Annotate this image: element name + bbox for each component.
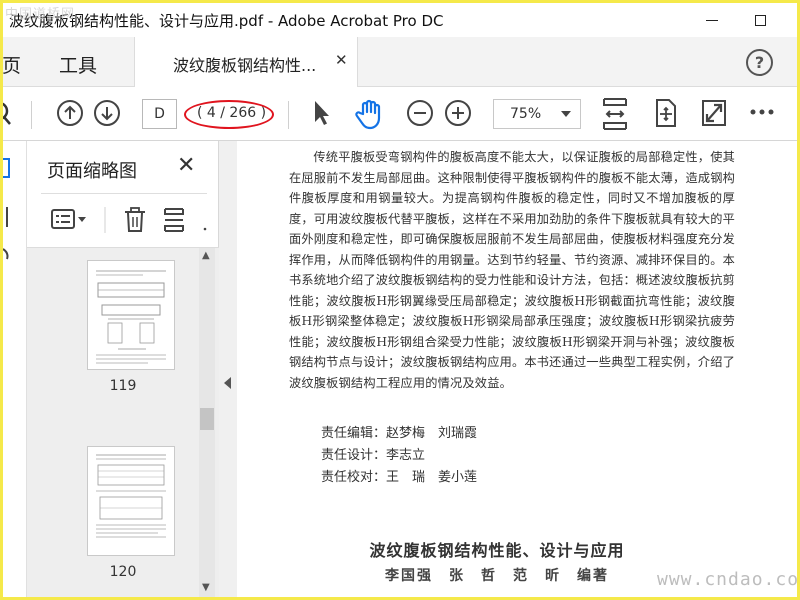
minimize-icon [706, 19, 718, 21]
document-view[interactable]: 传统平腹板受弯钢构件的腹板高度不能太大，以保证腹板的局部稳定性，使其在屈服前不发… [237, 141, 797, 597]
page-number-input[interactable]: D [142, 99, 177, 129]
cursor-arrow-icon [315, 101, 329, 125]
toolbar-divider [288, 101, 289, 129]
zoom-out-button[interactable] [405, 98, 435, 128]
chevron-down-icon [561, 111, 571, 117]
page-layout-icon[interactable] [164, 208, 184, 232]
thumbnail-page-number: 120 [109, 564, 137, 580]
bookmark-icon[interactable] [3, 158, 10, 178]
credits-block: 责任编辑：赵梦梅 刘瑞霞 责任设计：李志立 责任校对：王 瑞 姜小莲 [321, 423, 477, 489]
next-page-button[interactable] [92, 98, 122, 128]
hand-tool-button[interactable] [355, 98, 385, 130]
collapse-arrow-icon [224, 377, 231, 389]
fit-page-button[interactable] [652, 98, 680, 128]
designer-credit: 责任设计：李志立 [321, 448, 426, 463]
scroll-down-icon[interactable]: ▼ [202, 582, 210, 593]
zoom-out-icon [407, 100, 433, 126]
previous-page-button[interactable] [55, 98, 85, 128]
thumbnail-page-number: 119 [109, 378, 137, 394]
tab-document[interactable]: 波纹腹板钢结构性... ✕ [134, 37, 358, 87]
zoom-level-value: 75% [510, 106, 542, 122]
thumbnail-list: 119 120 ▲ ▼ [27, 247, 219, 597]
zoom-level-select[interactable]: 75% [493, 99, 581, 129]
watermark-bottom: www.cndao.com [657, 569, 797, 590]
zoom-in-icon [445, 100, 471, 126]
toolbar-divider [31, 101, 32, 129]
options-menu-icon[interactable] [51, 209, 86, 229]
more-icon [750, 109, 774, 115]
zoom-in-button[interactable] [443, 98, 473, 128]
proofreader-credit: 责任校对：王 瑞 姜小莲 [321, 470, 478, 485]
tab-bar: 主页 工具 波纹腹板钢结构性... ✕ ? [3, 37, 797, 87]
full-screen-icon [702, 100, 726, 126]
fit-page-icon [656, 99, 676, 127]
arrow-down-icon [94, 100, 120, 126]
close-icon[interactable]: ✕ [335, 51, 348, 69]
fit-width-button[interactable] [601, 97, 629, 131]
select-tool-button[interactable] [308, 98, 332, 128]
watermark-top: 中国道桥网 [5, 7, 76, 22]
close-icon[interactable]: ✕ [177, 153, 195, 178]
page-thumbnail[interactable] [87, 260, 175, 370]
fit-width-icon [603, 98, 627, 130]
help-button[interactable]: ? [746, 49, 773, 76]
full-screen-button[interactable] [700, 98, 728, 128]
panel-title: 页面缩略图 [47, 161, 137, 182]
attachment-icon[interactable] [3, 248, 9, 260]
maximize-icon [754, 14, 766, 26]
toolbar: D ( 4 / 266 ) 75% [3, 87, 797, 141]
more-options-button[interactable] [749, 105, 775, 119]
left-rail [3, 141, 27, 597]
page-thumbnails-panel: 页面缩略图 ✕ 119 120 ▲ ▼ [27, 141, 219, 597]
editor-credit: 责任编辑：赵梦梅 刘瑞霞 [321, 426, 478, 441]
thumbnail-scrollbar[interactable]: ▲ ▼ [199, 248, 215, 597]
trash-icon[interactable] [125, 207, 145, 232]
arrow-up-icon [57, 100, 83, 126]
title-bar: 中国道桥网 波纹腹板钢结构性能、设计与应用.pdf - Adobe Acroba… [3, 3, 797, 37]
page-count-highlight [184, 100, 274, 129]
book-title: 波纹腹板钢结构性能、设计与应用 [369, 541, 625, 560]
panel-divider [41, 193, 207, 194]
acrobat-window: 中国道桥网 波纹腹板钢结构性能、设计与应用.pdf - Adobe Acroba… [3, 3, 797, 597]
maximize-button[interactable] [737, 3, 783, 37]
search-icon[interactable] [3, 101, 13, 127]
document-tab-label: 波纹腹板钢结构性... [173, 56, 317, 75]
scrollbar-thumb[interactable] [200, 408, 214, 430]
more-dot-icon [203, 227, 207, 231]
scroll-up-icon[interactable]: ▲ [202, 250, 210, 261]
minimize-button[interactable] [689, 3, 735, 37]
hand-icon [355, 99, 381, 130]
page-thumbnail[interactable] [87, 446, 175, 556]
pdf-page: 传统平腹板受弯钢构件的腹板高度不能太大，以保证腹板的局部稳定性，使其在屈服前不发… [237, 141, 797, 597]
tab-home[interactable]: 主页 [3, 51, 21, 78]
panel-toolbar [27, 205, 219, 235]
abstract-paragraph: 传统平腹板受弯钢构件的腹板高度不能太大，以保证腹板的局部稳定性，使其在屈服前不发… [289, 150, 735, 390]
panel-collapse-handle[interactable] [219, 141, 237, 597]
tab-tools[interactable]: 工具 [59, 51, 97, 78]
